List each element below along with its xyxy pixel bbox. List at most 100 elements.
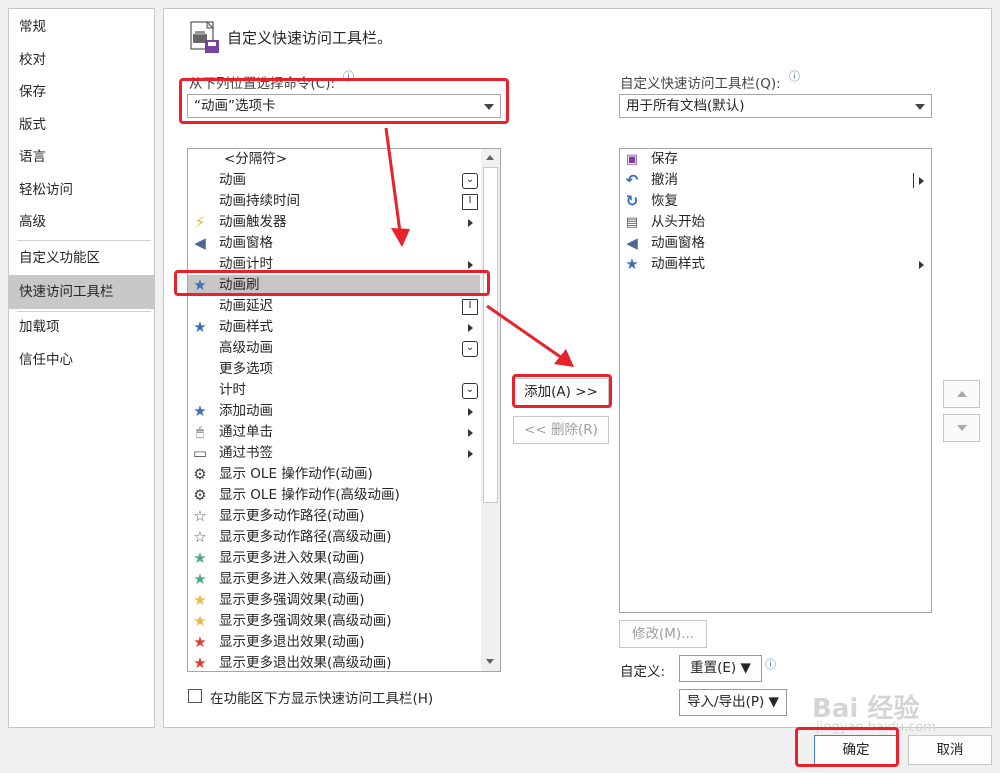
scroll-down-icon[interactable] xyxy=(486,659,494,664)
show-below-ribbon-label: 在功能区下方显示快速访问工具栏(H) xyxy=(210,691,434,707)
dropdown-box-icon: ⌄ xyxy=(462,341,478,357)
list-item[interactable]: <分隔符> xyxy=(188,149,480,170)
list-item[interactable]: ⚙ 显示 OLE 操作动作(动画) xyxy=(188,464,480,485)
customize-toolbar-value: 用于所有文档(默认) xyxy=(626,98,745,114)
list-item[interactable]: 更多选项 xyxy=(188,359,480,380)
nav-divider xyxy=(17,240,151,241)
nav-item-quick-access-toolbar[interactable]: 快速访问工具栏 xyxy=(9,275,154,309)
list-item[interactable]: ★ 显示更多进入效果(动画) xyxy=(188,548,480,569)
chevron-down-icon xyxy=(484,104,494,110)
save-icon: ▣ xyxy=(625,152,639,167)
slideshow-start-icon: ▤ xyxy=(625,215,639,230)
list-item[interactable]: 动画持续时间 I xyxy=(188,191,480,212)
toolbar-items-list[interactable]: ▣ 保存 ↶ 撤消 ↻ 恢复 ▤ 从头开始 ◀ 动画窗格 ★ 动画样式 xyxy=(619,148,932,613)
add-button[interactable]: 添加(A) >> xyxy=(513,378,609,406)
list-item[interactable]: ▣ 保存 xyxy=(620,149,931,170)
list-item[interactable]: 动画计时 xyxy=(188,254,480,275)
list-item[interactable]: 计时 ⌄ xyxy=(188,380,480,401)
import-export-button[interactable]: 导入/导出(P) ▼ xyxy=(679,689,787,716)
add-star-icon: ★ xyxy=(193,402,207,420)
scrollbar[interactable] xyxy=(481,149,500,671)
list-item[interactable]: ◀ 动画窗格 xyxy=(188,233,480,254)
quick-access-toolbar-icon xyxy=(190,20,219,53)
scroll-up-icon[interactable] xyxy=(486,155,494,160)
nav-item-trust-center[interactable]: 信任中心 xyxy=(9,344,154,376)
info-icon[interactable]: ⓘ xyxy=(343,68,354,84)
nav-item-accessibility[interactable]: 轻松访问 xyxy=(9,174,154,206)
modify-button[interactable]: 修改(M)... xyxy=(619,620,707,648)
nav-item-layout[interactable]: 版式 xyxy=(9,109,154,141)
list-item[interactable]: 高级动画 ⌄ xyxy=(188,338,480,359)
list-item[interactable]: ⚡ 动画触发器 xyxy=(188,212,480,233)
reset-button[interactable]: 重置(E) ▼ xyxy=(679,655,762,682)
list-item[interactable]: ★ 添加动画 xyxy=(188,401,480,422)
info-icon[interactable]: ⓘ xyxy=(765,656,776,672)
nav-item-addins[interactable]: 加载项 xyxy=(9,311,154,343)
list-item[interactable]: ★ 动画样式 xyxy=(188,317,480,338)
gear-icon: ⚙ xyxy=(193,465,207,483)
options-nav: 常规 校对 保存 版式 语言 轻松访问 高级 自定义功能区 快速访问工具栏 加载… xyxy=(8,8,155,728)
animation-pane-icon: ◀ xyxy=(626,234,638,252)
info-icon[interactable]: ⓘ xyxy=(789,68,800,84)
redo-icon: ↻ xyxy=(625,192,639,210)
separator-icon xyxy=(190,149,210,170)
submenu-arrow-icon xyxy=(468,408,473,416)
exit-star-icon: ★ xyxy=(193,633,207,651)
list-item[interactable]: ★ 显示更多退出效果(动画) xyxy=(188,632,480,653)
star-icon: ★ xyxy=(193,318,207,336)
list-item[interactable]: ☆ 显示更多动作路径(动画) xyxy=(188,506,480,527)
list-item[interactable]: ◀ 动画窗格 xyxy=(620,233,931,254)
nav-item-customize-ribbon[interactable]: 自定义功能区 xyxy=(9,242,154,274)
nav-item-proofing[interactable]: 校对 xyxy=(9,44,154,76)
list-item[interactable]: ★ 动画样式 xyxy=(620,254,931,275)
choose-commands-value: “动画”选项卡 xyxy=(194,98,276,114)
list-item-selected[interactable]: ★ 动画刷 xyxy=(188,275,480,296)
customize-toolbar-dropdown[interactable]: 用于所有文档(默认) xyxy=(619,94,932,118)
move-down-button[interactable] xyxy=(943,414,980,442)
text-field-icon: I xyxy=(462,299,478,315)
star-icon: ★ xyxy=(625,255,639,273)
list-item[interactable]: 动画延迟 I xyxy=(188,296,480,317)
nav-item-language[interactable]: 语言 xyxy=(9,141,154,173)
choose-commands-dropdown[interactable]: “动画”选项卡 xyxy=(187,94,501,118)
exit-star-icon: ★ xyxy=(193,654,207,672)
list-item[interactable]: ⚙ 显示 OLE 操作动作(高级动画) xyxy=(188,485,480,506)
entrance-star-icon: ★ xyxy=(193,549,207,567)
emphasis-star-icon: ★ xyxy=(193,591,207,609)
mouse-icon: 🖱 xyxy=(196,425,204,440)
nav-item-general[interactable]: 常规 xyxy=(9,11,154,43)
scrollbar-thumb[interactable] xyxy=(483,167,498,503)
list-item[interactable]: ★ 显示更多退出效果(高级动画) xyxy=(188,653,480,672)
submenu-arrow-icon xyxy=(468,450,473,458)
submenu-arrow-icon xyxy=(468,261,473,269)
nav-item-advanced[interactable]: 高级 xyxy=(9,206,154,238)
list-item[interactable]: ★ 显示更多强调效果(动画) xyxy=(188,590,480,611)
dropdown-box-icon: ⌄ xyxy=(462,173,478,189)
submenu-arrow-icon xyxy=(468,324,473,332)
list-item[interactable]: 动画 ⌄ xyxy=(188,170,480,191)
list-item[interactable]: ☆ 显示更多动作路径(高级动画) xyxy=(188,527,480,548)
list-item[interactable]: ★ 显示更多强调效果(高级动画) xyxy=(188,611,480,632)
remove-button[interactable]: << 删除(R) xyxy=(513,416,609,444)
show-below-ribbon-checkbox[interactable] xyxy=(188,689,202,703)
nav-item-save[interactable]: 保存 xyxy=(9,76,154,108)
emphasis-star-icon: ★ xyxy=(193,612,207,630)
submenu-arrow-icon xyxy=(468,429,473,437)
customize-toolbar-label: 自定义快速访问工具栏(Q): xyxy=(620,76,781,92)
star-outline-icon: ☆ xyxy=(193,528,207,546)
commands-list[interactable]: <分隔符> 动画 ⌄ 动画持续时间 I ⚡ 动画触发器 ◀ 动画窗格 动画计时 ★ 动画刷… xyxy=(187,148,501,672)
list-item[interactable]: ▤ 从头开始 xyxy=(620,212,931,233)
list-item[interactable]: ★ 显示更多进入效果(高级动画) xyxy=(188,569,480,590)
cancel-button[interactable]: 取消 xyxy=(908,735,992,765)
list-item[interactable]: 🖱 通过单击 xyxy=(188,422,480,443)
star-outline-icon: ☆ xyxy=(193,507,207,525)
bookmark-icon: ▭ xyxy=(192,444,208,462)
submenu-arrow-icon xyxy=(919,261,924,269)
list-item[interactable]: ▭ 通过书签 xyxy=(188,443,480,464)
list-item[interactable]: ↻ 恢复 xyxy=(620,191,931,212)
submenu-arrow-icon[interactable] xyxy=(919,177,924,185)
move-up-button[interactable] xyxy=(943,380,980,408)
chevron-down-icon xyxy=(915,104,925,110)
ok-button[interactable]: 确定 xyxy=(814,735,898,765)
list-item[interactable]: ↶ 撤消 xyxy=(620,170,931,191)
